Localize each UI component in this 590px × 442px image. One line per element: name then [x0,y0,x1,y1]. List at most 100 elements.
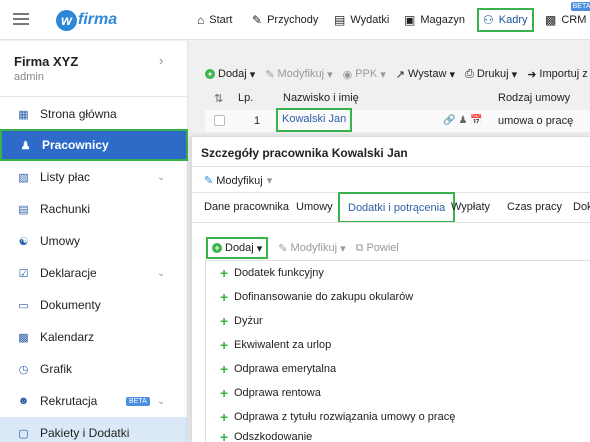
menu-item-label: Odprawa emerytalna [234,363,337,375]
import-label: Importuj z pliku [539,68,590,80]
user-plus-icon: ♟ [20,139,31,152]
chevron-down-icon[interactable]: ⌄ [157,172,165,183]
ppk-button[interactable]: ◉ PPK ▾ [343,68,386,81]
employee-link[interactable]: Kowalski Jan [276,108,353,132]
sub-toolbar: + Dodaj ▾ ✎ Modyfikuj ▾ ⧉ Powiel [206,237,409,259]
header-lp[interactable]: Lp. [238,92,253,104]
warehouse-icon: ▣ [404,13,416,27]
arrow-right-icon: ➜ [527,68,537,81]
nav-start[interactable]: ⌂ Start [197,9,232,31]
nav-wydatki[interactable]: ▤ Wydatki [334,9,389,31]
clock-icon: ◷ [18,363,29,376]
sidebar-item-dokumenty[interactable]: ▭ Dokumenty [0,289,188,321]
sidebar-item-rekrutacja[interactable]: ☻ Rekrutacja BETA ⌄ [0,385,188,417]
menu-item[interactable]: + Odprawa rentowa [206,381,590,405]
tab-more[interactable]: Dokl [573,201,590,213]
issue-label: Wystaw [408,68,447,80]
chevron-down-icon[interactable]: ⌄ [157,268,165,279]
modify-button[interactable]: ✎ Modyfikuj ▾ [265,68,332,81]
nav-label: CRM [561,14,587,26]
menu-item-label: Dofinansowanie do zakupu okularów [234,291,414,303]
sidebar-item-label: Strona główna [40,107,117,121]
tab-bar: Dane pracownika Umowy Dodatki i potrącen… [192,192,590,223]
add-button[interactable]: + Dodaj ▾ [205,68,255,81]
chevron-right-icon[interactable]: › [159,53,163,68]
user-name: admin [14,71,44,83]
row-checkbox[interactable] [214,115,225,126]
menu-item[interactable]: + Dyżur [206,309,590,333]
header-contract[interactable]: Rodzaj umowy [498,92,570,104]
divider [192,166,590,167]
pencil-icon: ✎ [265,68,275,81]
sort-icon[interactable]: ⇅ [214,92,223,105]
beta-badge: BETA [570,2,590,11]
employee-details-panel: Szczegóły pracownika Kowalski Jan ✎ Mody… [191,136,590,442]
menu-item-label: Dyżur [234,315,263,327]
plus-icon: + [220,313,229,329]
document-icon: ▭ [18,299,29,312]
beta-badge: BETA [126,396,150,406]
menu-item[interactable]: + Ekwiwalent za urlop [206,333,590,357]
menu-item-label: Ekwiwalent za urlop [234,339,332,351]
home-icon: ⌂ [197,13,205,27]
sidebar-item-deklaracje[interactable]: ☑ Deklaracje ⌄ [0,257,188,289]
nav-przychody[interactable]: ✎ Przychody [252,9,318,31]
nav-crm[interactable]: ▩ CRM BETA [545,2,590,31]
menu-item[interactable]: + Odprawa z tytułu rozwiązania umowy o p… [206,405,590,429]
print-button[interactable]: ⎙ Drukuj ▾ [465,68,517,81]
sidebar-item-kalendarz[interactable]: ▩ Kalendarz [0,321,188,353]
sidebar-item-label: Rachunki [40,202,91,216]
duplicate-button[interactable]: ⧉ Powiel [356,242,399,255]
sidebar-item-label: Pakiety i Dodatki [40,426,130,440]
add-dropdown-button[interactable]: + Dodaj ▾ [206,237,269,259]
issue-button[interactable]: ↗ Wystaw ▾ [396,68,455,81]
sidebar: Firma XYZ admin › ▦ Strona główna ♟ Prac… [0,41,188,442]
header-name[interactable]: Nazwisko i imię [283,92,359,104]
nav-magazyn[interactable]: ▣ Magazyn [404,9,465,31]
plus-icon: + [220,385,229,401]
row-action-icons[interactable]: 🔗♟📅 [443,115,486,126]
ppk-label: PPK [355,68,378,80]
tab-umowy[interactable]: Umowy [296,201,333,213]
add-label: Dodaj [218,68,247,80]
pencil-icon: ✎ [278,242,288,255]
logo-mark: w [56,9,77,31]
nav-label: Kadry [498,14,528,26]
company-name[interactable]: Firma XYZ [14,54,78,69]
menu-item-label: Odprawa rentowa [234,387,321,399]
menu-item[interactable]: + Dodatek funkcyjny [206,261,590,285]
plus-icon: + [220,289,229,305]
modify-label: Modyfikuj [216,174,263,187]
plus-icon: + [205,69,215,79]
menu-item[interactable]: + Dofinansowanie do zakupu okularów [206,285,590,309]
tab-dodatki-potracenia[interactable]: Dodatki i potrącenia [338,192,456,223]
menu-icon[interactable] [13,13,29,25]
menu-item[interactable]: + Odszkodowanie [206,429,590,442]
sub-modify-button[interactable]: ✎ Modyfikuj ▾ [278,242,345,255]
tab-wyplaty[interactable]: Wypłaty [451,201,490,213]
sidebar-item-pracownicy[interactable]: ♟ Pracownicy [0,129,188,161]
sidebar-item-label: Pracownicy [42,138,109,152]
import-button[interactable]: ➜ Importuj z pliku [527,68,590,81]
tab-dane-pracownika[interactable]: Dane pracownika [204,201,289,213]
menu-item[interactable]: + Odprawa emerytalna [206,357,590,381]
plus-icon: + [220,265,229,281]
calendar-icon: ▩ [18,331,29,344]
logo[interactable]: w firma [56,9,117,31]
sidebar-item-strona-glowna[interactable]: ▦ Strona główna [0,98,188,130]
top-navbar: w firma ⌂ Start ✎ Przychody ▤ Wydatki ▣ … [0,0,590,40]
sidebar-item-umowy[interactable]: ☯ Umowy [0,225,188,257]
sidebar-item-grafik[interactable]: ◷ Grafik [0,353,188,385]
calculator-icon: ▧ [18,171,29,184]
sidebar-item-listy-plac[interactable]: ▧ Listy płac ⌄ [0,161,188,193]
sidebar-item-rachunki[interactable]: ▤ Rachunki [0,193,188,225]
panel-modify-button[interactable]: ✎ Modyfikuj ▾ [204,174,272,188]
chevron-down-icon[interactable]: ⌄ [157,396,165,407]
sidebar-item-pakiety[interactable]: ▢ Pakiety i Dodatki [0,417,188,442]
table-row[interactable]: 1 Kowalski Jan 🔗♟📅 umowa o pracę [205,108,590,132]
tab-czas-pracy[interactable]: Czas pracy [507,201,562,213]
sidebar-item-label: Grafik [40,362,73,376]
nav-label: Przychody [267,14,319,26]
nav-kadry[interactable]: ⚇ Kadry [477,8,534,32]
menu-item-label: Odszkodowanie [234,430,313,442]
